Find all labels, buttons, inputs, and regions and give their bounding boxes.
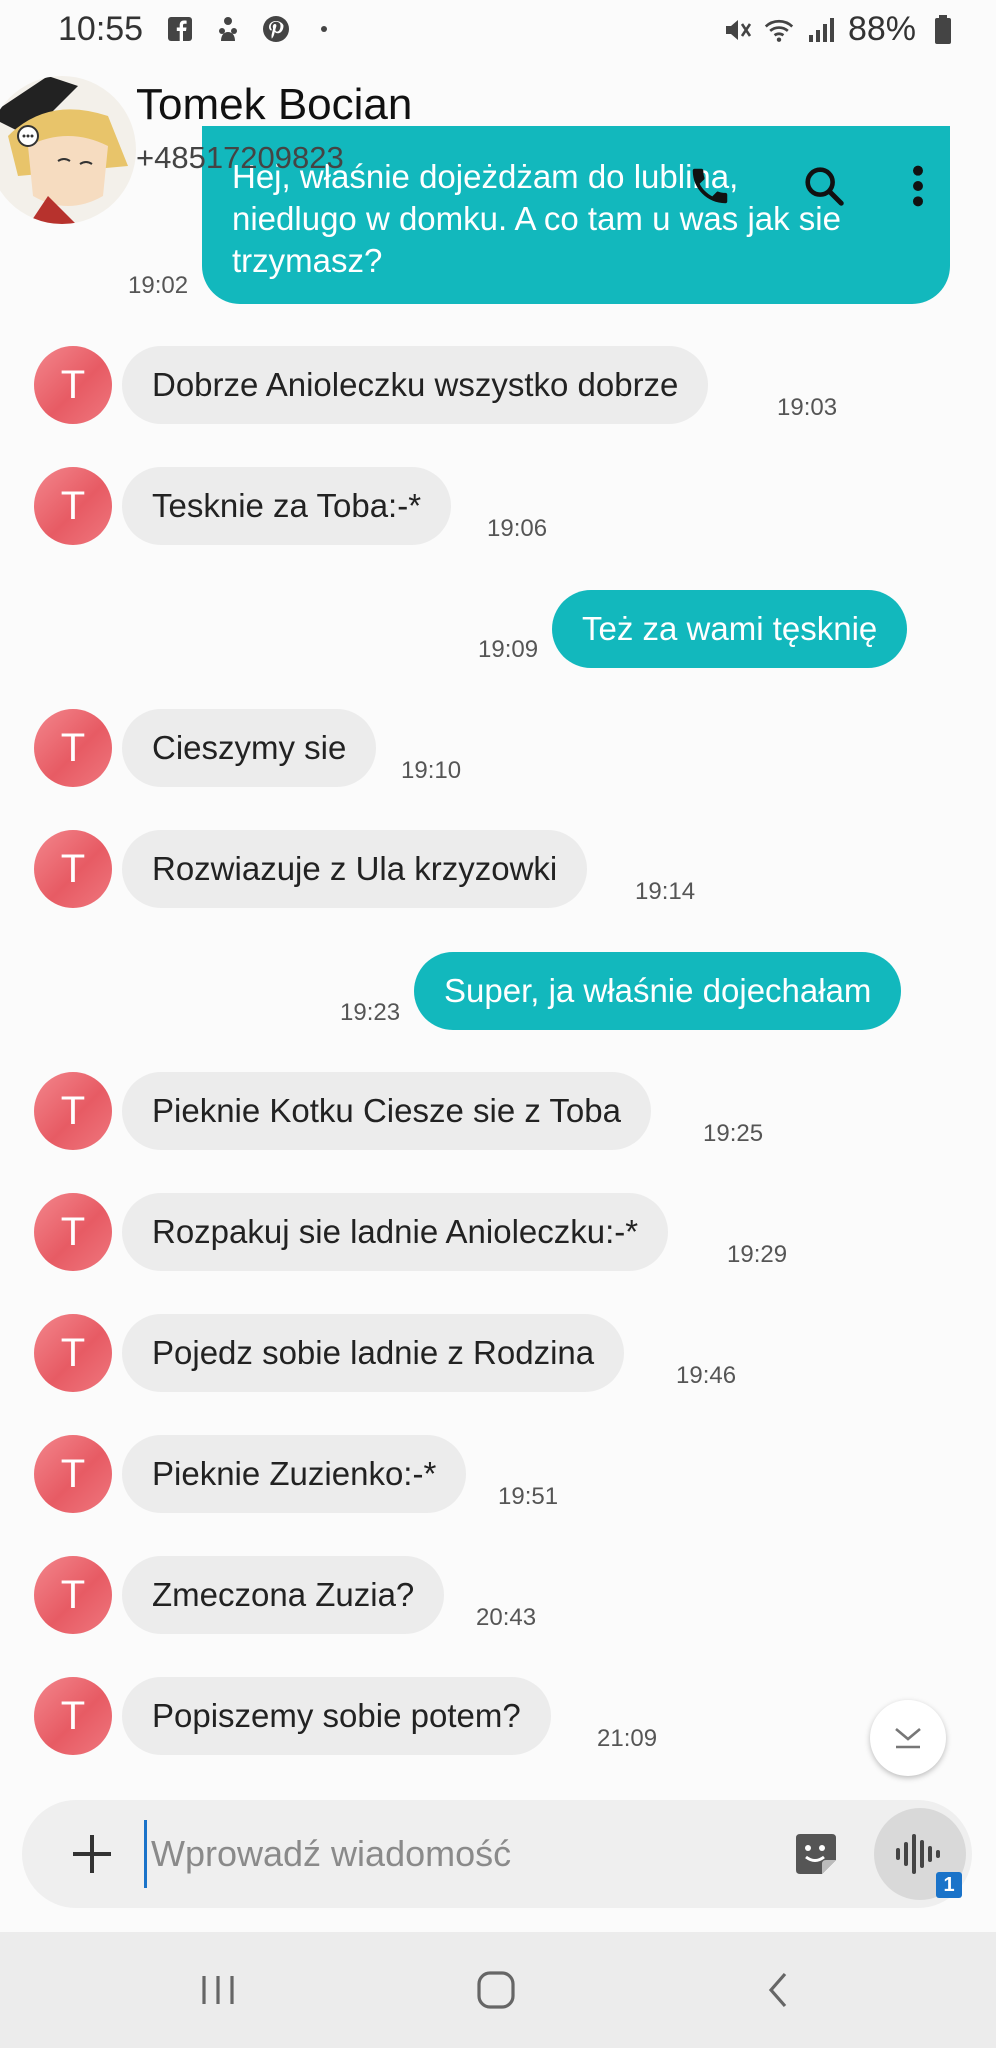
- message-time: 19:10: [401, 757, 462, 784]
- contact-avatar[interactable]: T: [34, 467, 112, 545]
- message-bubble-incoming[interactable]: Zmeczona Zuzia?: [122, 1556, 445, 1634]
- message-time: 19:14: [635, 878, 696, 905]
- message-time: 19:02: [128, 272, 189, 299]
- message-bubble-incoming[interactable]: Tesknie za Toba:-*: [122, 467, 452, 545]
- message-bubble-incoming[interactable]: Pieknie Kotku Ciesze sie z Toba: [122, 1072, 651, 1150]
- signal-icon: [806, 15, 836, 45]
- scroll-to-bottom-button[interactable]: [870, 1700, 946, 1776]
- facebook-icon: [165, 14, 195, 44]
- battery-icon: [928, 14, 958, 45]
- message-composer: [22, 1800, 972, 1908]
- message-time: 19:09: [478, 636, 539, 663]
- message-time: 21:09: [597, 1725, 658, 1752]
- contact-name[interactable]: Tomek Bocian: [136, 80, 412, 130]
- message-time: 19:46: [676, 1362, 737, 1389]
- message-time: 19:29: [727, 1241, 788, 1268]
- message-time: 19:51: [498, 1483, 559, 1510]
- home-icon: [477, 1971, 515, 2009]
- mute-icon: [722, 15, 752, 45]
- status-time: 10:55: [58, 10, 144, 48]
- back-icon: [768, 1972, 787, 2008]
- search-button[interactable]: [794, 156, 854, 216]
- message-list[interactable]: Hej, właśnie dojeżdżam do lublina, niedl…: [0, 126, 996, 1790]
- message-bubble-incoming[interactable]: Pojedz sobie ladnie z Rodzina: [122, 1314, 625, 1392]
- message-bubble-outgoing[interactable]: Super, ja właśnie dojechałam: [414, 952, 902, 1030]
- contact-avatar[interactable]: T: [34, 1677, 112, 1755]
- contact-avatar[interactable]: T: [34, 346, 112, 424]
- dot-icon: [309, 14, 339, 44]
- wifi-icon: [764, 15, 794, 45]
- chevron-down-icon: [895, 1728, 921, 1749]
- message-bubble-incoming[interactable]: Cieszymy sie: [122, 709, 377, 787]
- system-navigation-bar: [0, 1932, 996, 2048]
- message-bubble-incoming[interactable]: Pieknie Zuzienko:-*: [122, 1435, 467, 1513]
- contact-number: +48517209823: [136, 140, 344, 175]
- home-button[interactable]: [466, 1962, 526, 2018]
- more-options-button[interactable]: [888, 156, 948, 216]
- message-bubble-incoming[interactable]: Dobrze Anioleczku wszystko dobrze: [122, 346, 709, 424]
- contact-avatar[interactable]: T: [34, 1314, 112, 1392]
- plus-icon: [73, 1835, 111, 1873]
- message-time: 20:43: [476, 1604, 537, 1631]
- message-time: 19:25: [703, 1120, 764, 1147]
- message-time: 19:03: [777, 394, 838, 421]
- contact-avatar[interactable]: T: [34, 1435, 112, 1513]
- message-time: 19:06: [487, 515, 548, 542]
- message-bubble-incoming[interactable]: Rozwiazuje z Ula krzyzowki: [122, 830, 588, 908]
- sim-badge: 1: [936, 1872, 962, 1898]
- message-input[interactable]: [144, 1820, 751, 1888]
- contact-avatar[interactable]: T: [34, 709, 112, 787]
- recent-apps-icon: [202, 1976, 234, 2004]
- message-bubble-incoming[interactable]: Rozpakuj sie ladnie Anioleczku:-*: [122, 1193, 669, 1271]
- message-time: 19:23: [340, 999, 401, 1026]
- back-button[interactable]: [748, 1962, 808, 2018]
- waveform-icon: [896, 1834, 940, 1874]
- contact-avatar[interactable]: T: [34, 1072, 112, 1150]
- contact-avatar[interactable]: T: [34, 830, 112, 908]
- pinterest-icon: [261, 14, 291, 44]
- sticker-icon: [796, 1834, 836, 1874]
- recent-apps-button[interactable]: [188, 1962, 248, 2018]
- contact-avatar[interactable]: T: [34, 1556, 112, 1634]
- message-bubble-incoming[interactable]: Popiszemy sobie potem?: [122, 1677, 551, 1755]
- message-bubble-outgoing[interactable]: Też za wami tęsknię: [552, 590, 908, 668]
- contact-avatar[interactable]: T: [34, 1193, 112, 1271]
- sticker-button[interactable]: [792, 1830, 840, 1878]
- notification-app-icon: [213, 14, 243, 44]
- call-button[interactable]: [680, 156, 740, 216]
- battery-percent: 88%: [847, 10, 916, 48]
- attach-button[interactable]: [62, 1824, 122, 1884]
- status-bar: 10:55 88%: [0, 0, 996, 60]
